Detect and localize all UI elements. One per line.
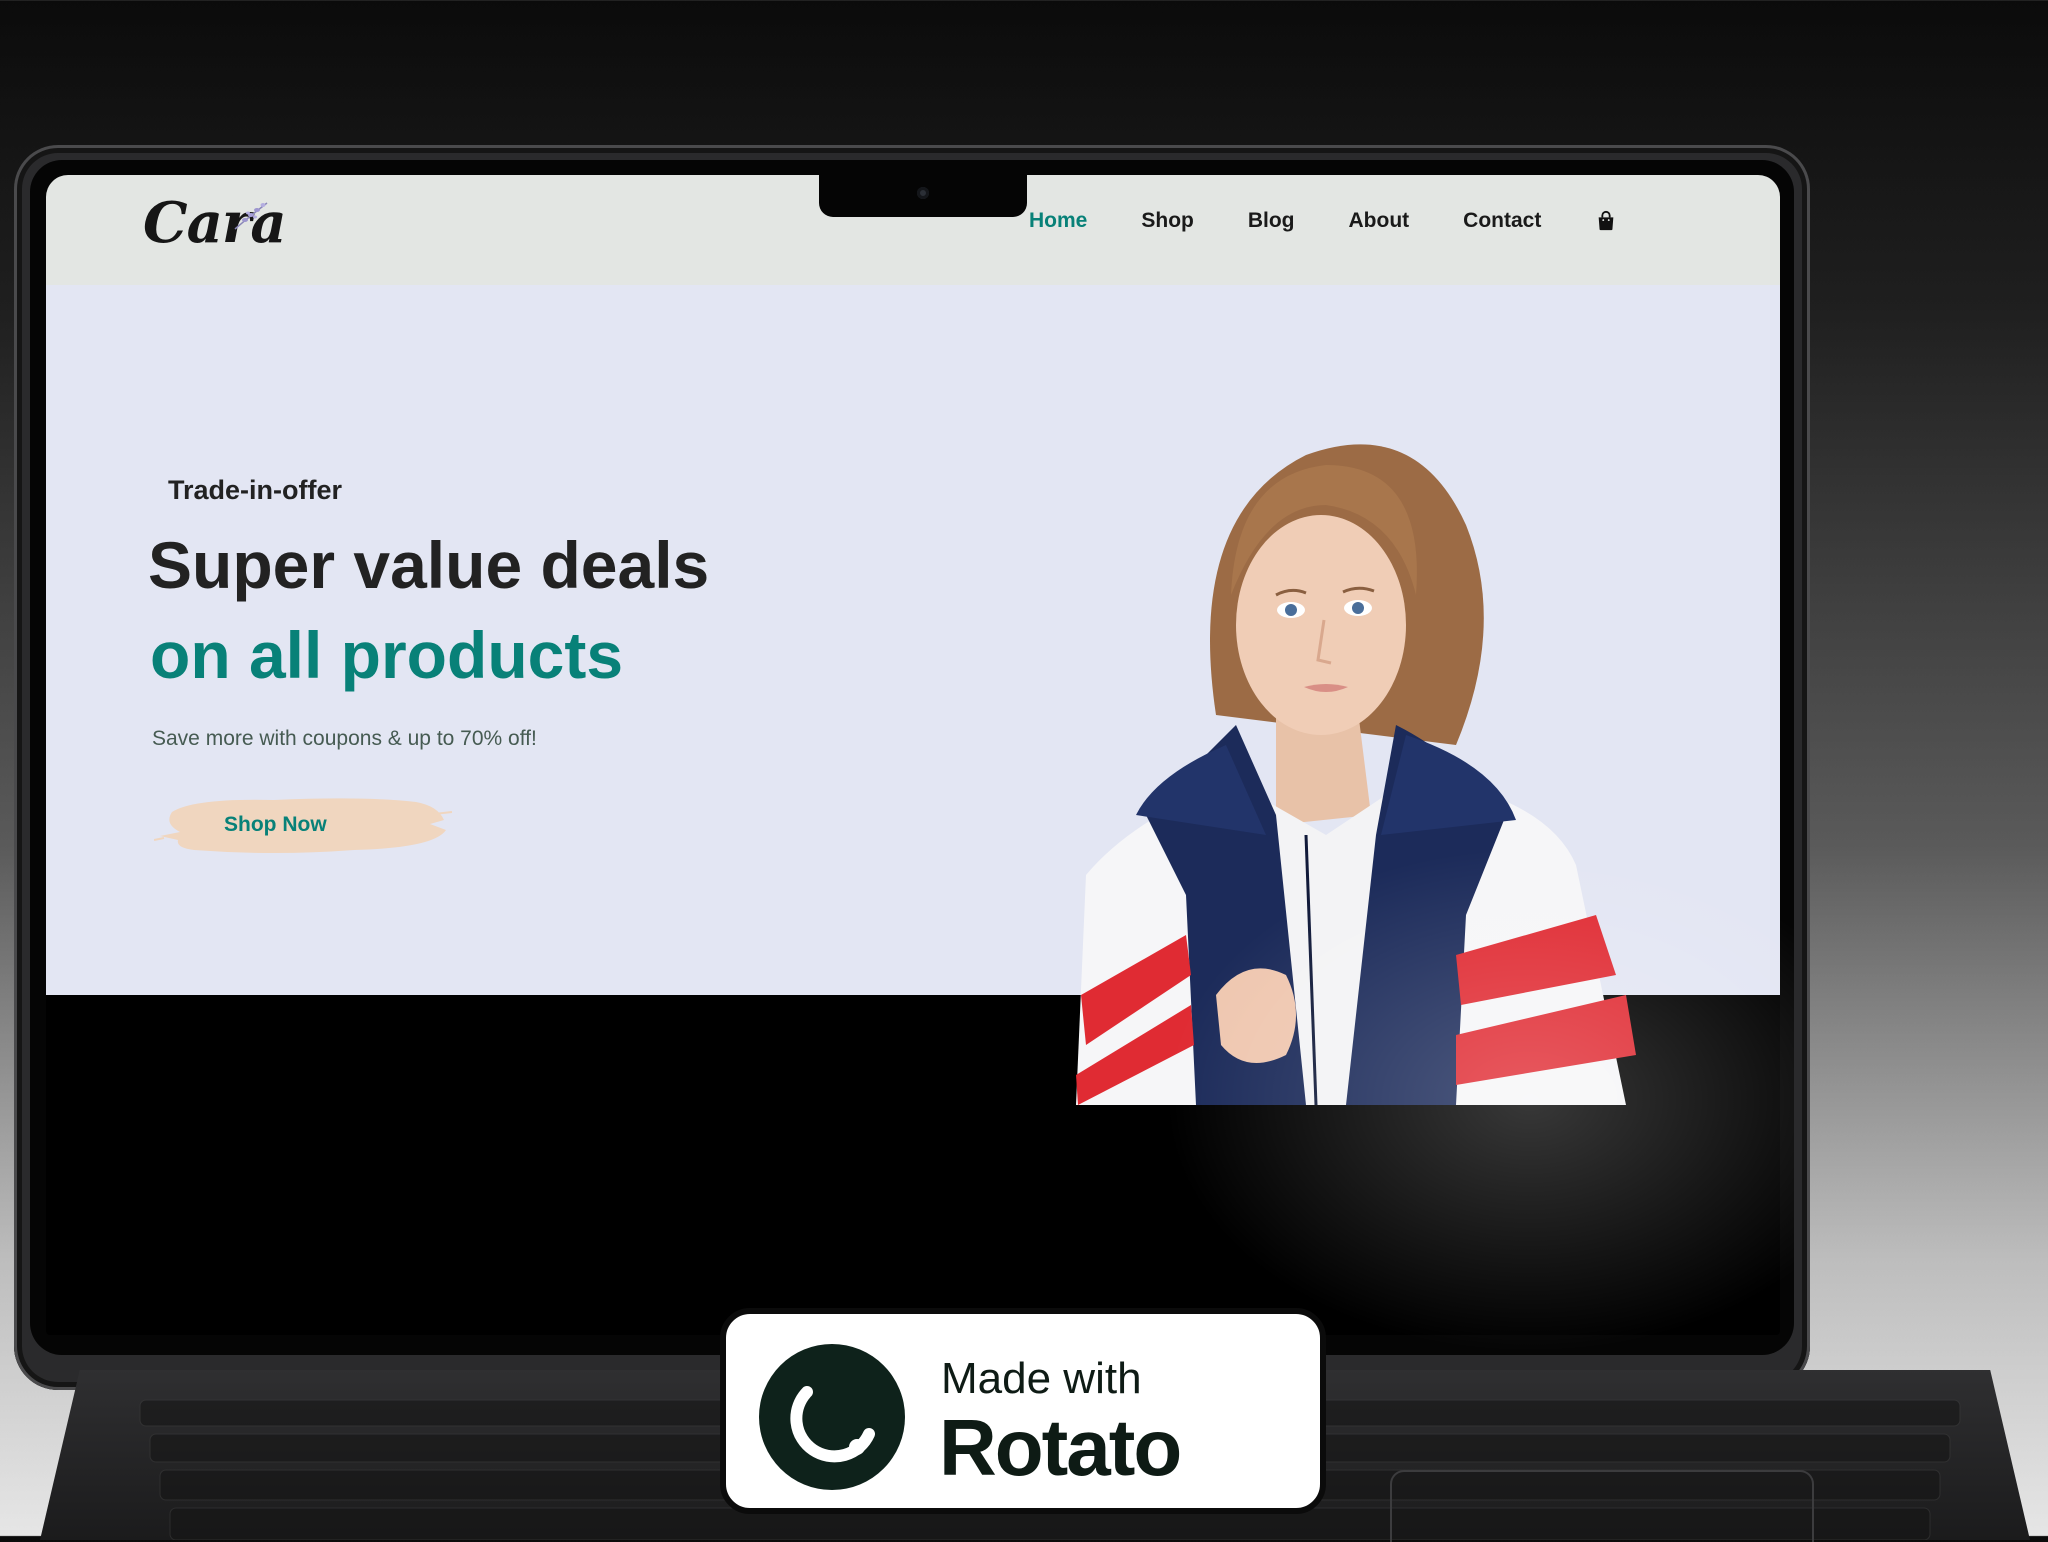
shop-now-button[interactable]: Shop Now bbox=[154, 790, 454, 860]
shopping-bag-icon[interactable] bbox=[1595, 210, 1617, 232]
laptop-bezel: Cara Home Shop Blog About Contact Trade-… bbox=[30, 160, 1794, 1355]
trackpad bbox=[1390, 1470, 1814, 1542]
camera-notch bbox=[819, 175, 1027, 217]
webpage: Cara Home Shop Blog About Contact Trade-… bbox=[46, 175, 1780, 1105]
rotato-logo-icon bbox=[759, 1344, 905, 1490]
hero-eyebrow: Trade-in-offer bbox=[168, 475, 343, 505]
webcam-icon bbox=[917, 187, 929, 199]
nav-shop[interactable]: Shop bbox=[1141, 209, 1194, 233]
hero-model-image bbox=[1076, 444, 1636, 1105]
lavender-sprig-icon bbox=[234, 202, 268, 230]
badge-made-with: Made with bbox=[941, 1354, 1142, 1403]
nav-blog[interactable]: Blog bbox=[1248, 209, 1295, 233]
hero-headline-line1: Super value deals bbox=[148, 528, 710, 602]
laptop-screen: Cara Home Shop Blog About Contact Trade-… bbox=[46, 175, 1780, 1335]
hero-subtext: Save more with coupons & up to 70% off! bbox=[152, 727, 537, 750]
shop-now-label: Shop Now bbox=[224, 813, 327, 836]
nav-home[interactable]: Home bbox=[1029, 209, 1087, 233]
hero-headline-line2: on all products bbox=[150, 618, 624, 692]
nav-about[interactable]: About bbox=[1349, 209, 1410, 233]
nav-contact[interactable]: Contact bbox=[1463, 209, 1541, 233]
main-nav: Home Shop Blog About Contact bbox=[1029, 209, 1617, 233]
rotato-badge: Made with Rotato bbox=[720, 1308, 1326, 1514]
hero-section: Trade-in-offer Super value deals on all … bbox=[46, 285, 1780, 1105]
badge-rotato: Rotato bbox=[939, 1403, 1182, 1492]
